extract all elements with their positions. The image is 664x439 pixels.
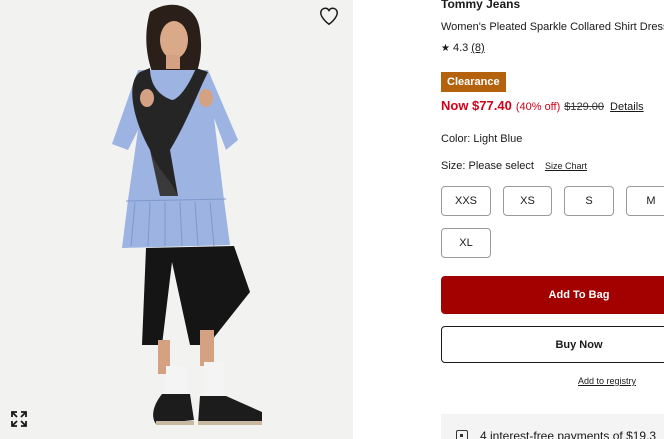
rating[interactable]: ★ 4.3 (8) bbox=[441, 42, 485, 54]
product-image[interactable] bbox=[0, 0, 353, 439]
color-label: Color: Light Blue bbox=[441, 133, 523, 145]
add-to-bag-button[interactable]: Add To Bag bbox=[441, 276, 664, 314]
add-to-bag-label: Add To Bag bbox=[548, 289, 610, 301]
size-option-xs[interactable]: XS bbox=[503, 186, 552, 216]
installment-payments-banner: 4 interest-free payments of $19.3 bbox=[441, 414, 664, 439]
payment-icon bbox=[456, 430, 468, 439]
installment-text: 4 interest-free payments of $19.3 bbox=[480, 429, 657, 439]
brand-link[interactable]: Tommy Jeans bbox=[441, 0, 520, 11]
expand-image-button[interactable] bbox=[9, 409, 29, 429]
rating-value: 4.3 bbox=[452, 42, 469, 54]
price-details-link[interactable]: Details bbox=[610, 101, 644, 113]
discount-percent: (40% off) bbox=[515, 101, 561, 113]
product-page: Tommy Jeans Women's Pleated Sparkle Coll… bbox=[0, 0, 664, 439]
price-now: Now $77.40 bbox=[441, 98, 512, 113]
size-option-xl[interactable]: XL bbox=[441, 228, 491, 258]
star-icon: ★ bbox=[441, 42, 450, 54]
size-selector-header: Size: Please select Size Chart bbox=[441, 160, 587, 172]
product-title: Women's Pleated Sparkle Collared Shirt D… bbox=[441, 21, 664, 33]
expand-icon bbox=[11, 411, 27, 427]
model-photo bbox=[112, 4, 262, 425]
buy-now-label: Buy Now bbox=[555, 338, 603, 351]
clearance-badge: Clearance bbox=[441, 72, 506, 92]
favorite-button[interactable] bbox=[318, 5, 340, 27]
size-label: Size: Please select bbox=[441, 160, 534, 172]
heart-icon bbox=[320, 7, 338, 26]
buy-now-button[interactable]: Buy Now bbox=[441, 326, 664, 363]
original-price: $129.00 bbox=[564, 101, 605, 113]
product-info: Tommy Jeans Women's Pleated Sparkle Coll… bbox=[441, 0, 664, 439]
size-option-xxs[interactable]: XXS bbox=[441, 186, 491, 216]
price-row: Now $77.40 (40% off) $129.00 Details bbox=[441, 98, 644, 113]
size-chart-link[interactable]: Size Chart bbox=[545, 161, 587, 171]
size-option-m[interactable]: M bbox=[626, 186, 664, 216]
review-count-link[interactable]: (8) bbox=[471, 42, 484, 54]
add-to-registry-link[interactable]: Add to registry bbox=[578, 376, 636, 386]
size-option-s[interactable]: S bbox=[564, 186, 614, 216]
